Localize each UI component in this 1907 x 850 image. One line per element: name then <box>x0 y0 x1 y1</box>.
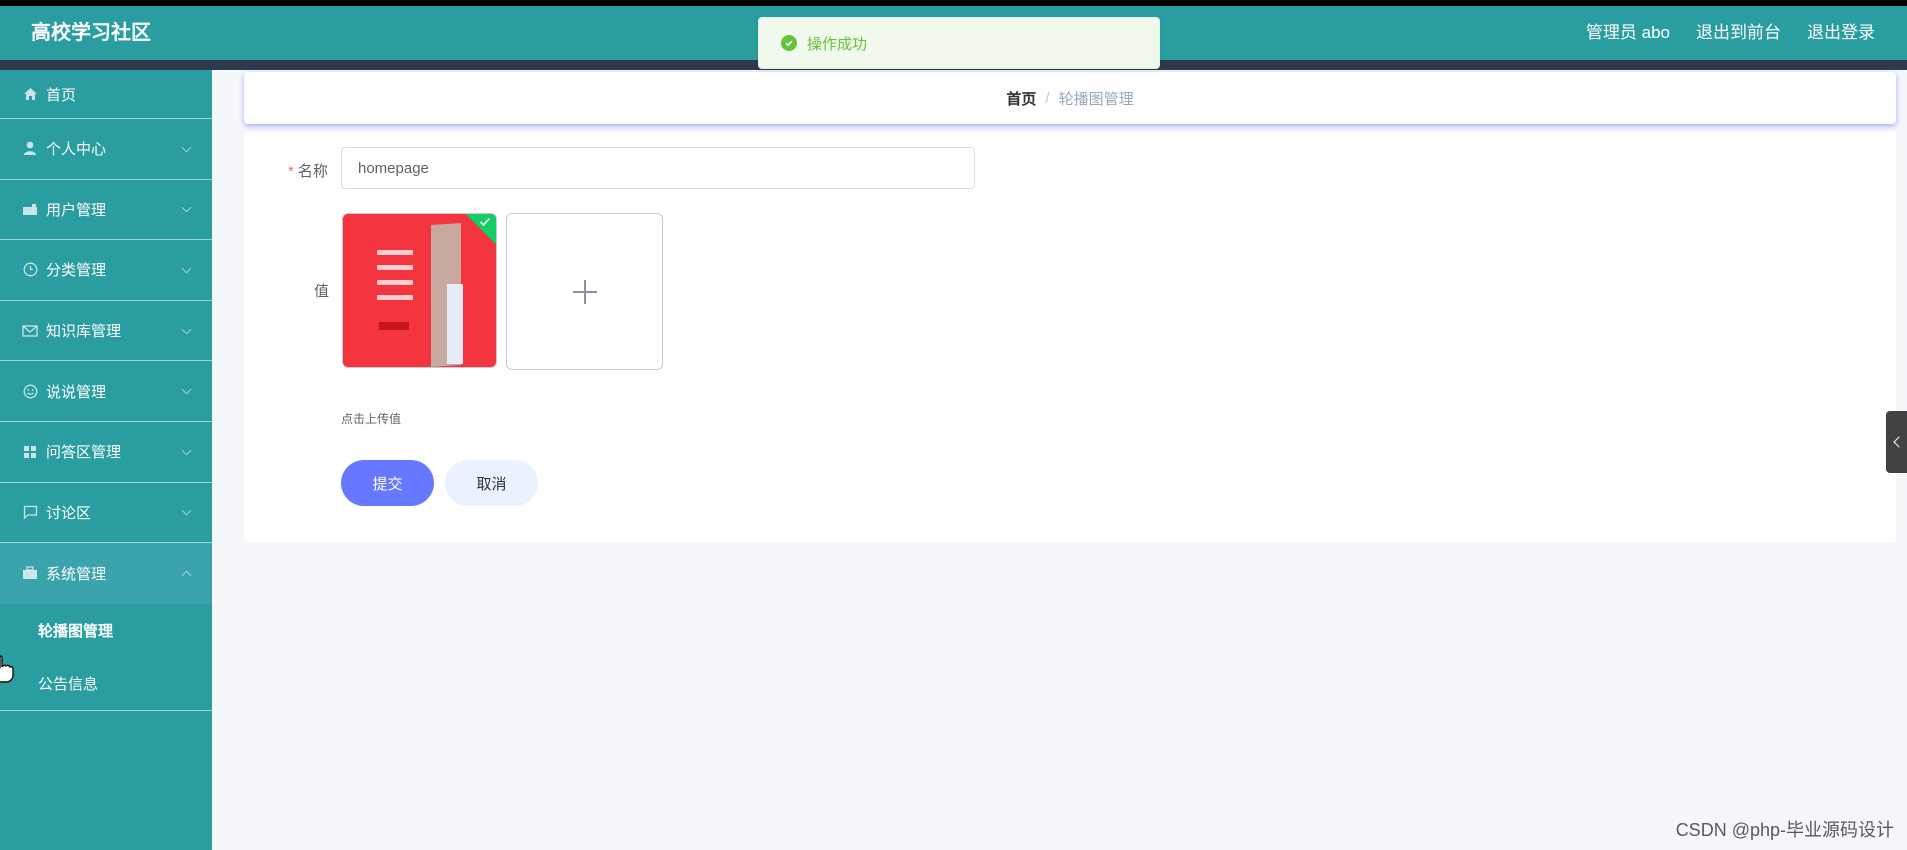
toast-message: 操作成功 <box>807 35 868 53</box>
upload-image-button[interactable] <box>506 213 663 370</box>
sidebar-subitem-announcements[interactable]: 公告信息 <box>0 657 212 710</box>
sidebar-item-label: 分类管理 <box>46 262 107 280</box>
submit-button[interactable]: 提交 <box>341 460 434 506</box>
required-mark: * <box>288 163 294 180</box>
home-icon <box>22 86 38 102</box>
sidebar-item-label: 用户管理 <box>46 201 107 219</box>
watermark: CSDN @php-毕业源码设计 <box>1675 820 1894 840</box>
sidebar-item-label: 首页 <box>46 86 77 104</box>
sidebar-item-personal-center[interactable]: 个人中心 <box>0 119 212 180</box>
sidebar-item-discussion[interactable]: 讨论区 <box>0 483 212 544</box>
sidebar-item-knowledge-base[interactable]: 知识库管理 <box>0 301 212 362</box>
sidebar: 首页 个人中心 用户管理 分类管理 知识库管理 说说管理 问答区管理 讨论区 系… <box>0 70 212 850</box>
admin-user-link[interactable]: 管理员 abo <box>1586 18 1670 43</box>
sidebar-item-label: 个人中心 <box>46 141 107 159</box>
chevron-up-icon <box>181 571 192 581</box>
plus-icon <box>572 279 597 304</box>
briefcase-icon <box>22 201 38 217</box>
sidebar-item-qa-area[interactable]: 问答区管理 <box>0 422 212 483</box>
sidebar-item-label: 知识库管理 <box>46 323 122 341</box>
sidebar-item-label: 讨论区 <box>46 504 92 522</box>
breadcrumb-home[interactable]: 首页 <box>1006 88 1036 109</box>
grid-icon <box>22 444 38 460</box>
chevron-left-icon <box>1892 436 1905 448</box>
name-input[interactable] <box>341 147 975 189</box>
sidebar-item-label: 说说管理 <box>46 383 107 401</box>
breadcrumb-current: 轮播图管理 <box>1058 90 1134 108</box>
check-circle-icon <box>781 35 797 51</box>
uploaded-image-thumbnail[interactable] <box>342 213 497 368</box>
name-label: * 名称 <box>288 160 328 181</box>
logout-link[interactable]: 退出登录 <box>1807 18 1875 43</box>
sidebar-subitem-carousel[interactable]: 轮播图管理 <box>0 604 212 657</box>
message-icon <box>22 504 38 520</box>
brand-title: 高校学习社区 <box>31 22 151 44</box>
sidebar-item-label: 系统管理 <box>46 565 107 583</box>
chevron-down-icon <box>181 142 192 153</box>
sidebar-item-label: 问答区管理 <box>46 444 122 462</box>
breadcrumb: 首页 / 轮播图管理 <box>244 72 1896 124</box>
success-toast: 操作成功 <box>758 17 1160 69</box>
mail-icon <box>22 323 38 339</box>
chevron-down-icon <box>181 384 192 395</box>
cancel-button[interactable]: 取消 <box>445 460 538 506</box>
chevron-down-icon <box>181 263 192 274</box>
chevron-down-icon <box>181 202 192 213</box>
breadcrumb-separator: / <box>1045 89 1050 107</box>
chevron-down-icon <box>181 445 192 456</box>
name-label-text: 名称 <box>297 163 328 180</box>
chevron-down-icon <box>181 324 192 335</box>
side-panel-toggle[interactable] <box>1886 411 1907 473</box>
value-label: 值 <box>314 283 330 300</box>
smile-icon <box>22 383 38 399</box>
sidebar-item-home[interactable]: 首页 <box>0 70 212 119</box>
user-icon <box>22 141 38 157</box>
clock-icon <box>22 262 38 278</box>
check-icon <box>479 217 491 227</box>
chevron-down-icon <box>181 505 192 516</box>
sidebar-item-user-management[interactable]: 用户管理 <box>0 180 212 241</box>
exit-to-front-link[interactable]: 退出到前台 <box>1696 18 1781 43</box>
carousel-edit-form: *名称 值 点击上传值 提交 取消 <box>244 132 1896 542</box>
toolbox-icon <box>22 565 38 581</box>
sidebar-item-posts[interactable]: 说说管理 <box>0 361 212 422</box>
hand-cursor-icon <box>0 655 14 683</box>
system-submenu: 轮播图管理 公告信息 <box>0 603 212 711</box>
upload-tip: 点击上传值 <box>341 412 402 426</box>
header-actions: 管理员 abo 退出到前台 退出登录 <box>1586 18 1875 43</box>
sidebar-item-category-management[interactable]: 分类管理 <box>0 240 212 301</box>
sidebar-item-system-management[interactable]: 系统管理 <box>0 543 212 604</box>
